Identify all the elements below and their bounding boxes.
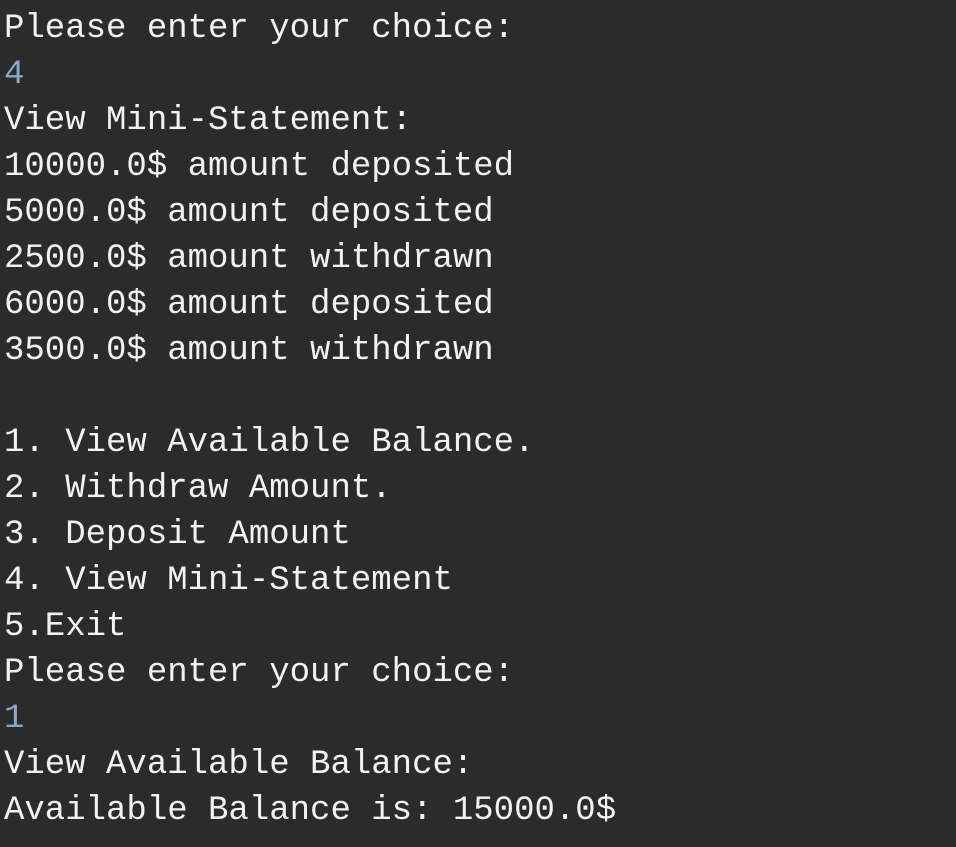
console-output[interactable]: Please enter your choice: 4 View Mini-St…	[0, 0, 956, 847]
menu-option: 2. Withdraw Amount.	[4, 470, 392, 508]
statement-entry: 6000.0$ amount deposited	[4, 286, 494, 324]
user-input-line: 1	[4, 700, 25, 738]
prompt-line: Please enter your choice:	[4, 654, 515, 692]
menu-option: 5.Exit	[4, 608, 127, 646]
statement-entry: 3500.0$ amount withdrawn	[4, 332, 494, 370]
menu-option: 4. View Mini-Statement	[4, 562, 453, 600]
section-heading: View Mini-Statement:	[4, 102, 413, 140]
statement-entry: 2500.0$ amount withdrawn	[4, 240, 494, 278]
menu-option: 1. View Available Balance.	[4, 424, 535, 462]
prompt-line: Please enter your choice:	[4, 10, 515, 48]
menu-option: 3. Deposit Amount	[4, 516, 351, 554]
section-heading: View Available Balance:	[4, 746, 474, 784]
statement-entry: 10000.0$ amount deposited	[4, 148, 515, 186]
statement-entry: 5000.0$ amount deposited	[4, 194, 494, 232]
balance-result: Available Balance is: 15000.0$	[4, 792, 617, 830]
user-input-line: 4	[4, 56, 25, 94]
